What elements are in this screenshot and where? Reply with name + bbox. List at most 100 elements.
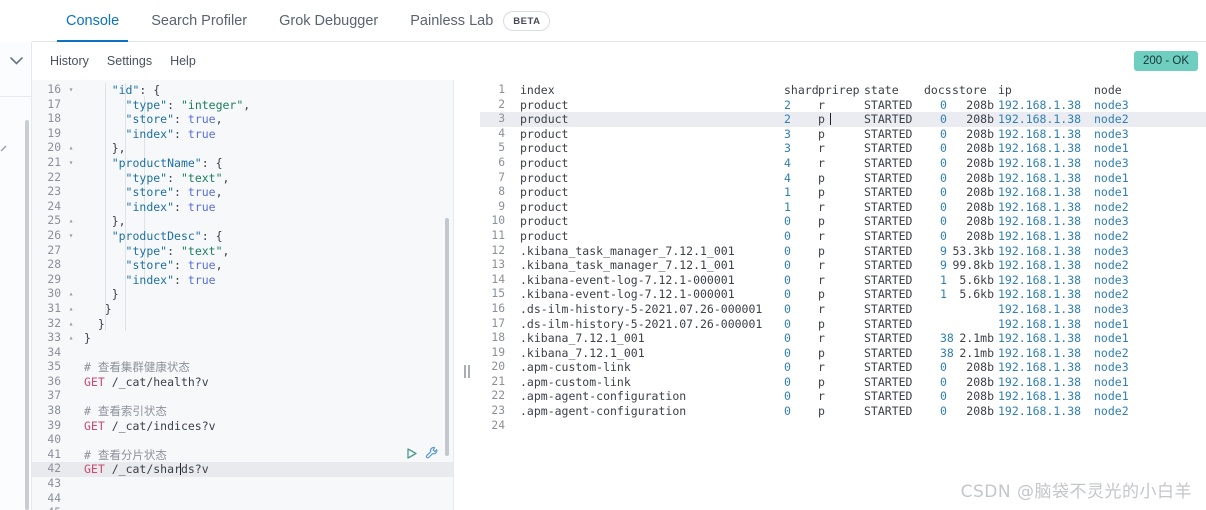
fold-toggle-icon[interactable]: ▾	[66, 156, 76, 171]
editor-line[interactable]: 42 GET /_cat/shards?v	[32, 462, 453, 478]
output-row[interactable]: 14 .kibana-event-log-7.12.1-000001 0 r START…	[480, 273, 1206, 288]
editor-line[interactable]: 41 # 查看分片状态	[32, 448, 453, 463]
editor-line[interactable]: 32 ▴ }	[32, 317, 453, 332]
editor-line[interactable]: 23 "store": true,	[32, 185, 453, 200]
output-cell-node: node1	[1094, 331, 1129, 346]
output-row[interactable]: 15 .kibana-event-log-7.12.1-000001 0 p START…	[480, 287, 1206, 302]
editor-scrollbar[interactable]	[445, 218, 449, 456]
fold-toggle-icon[interactable]: ▴	[66, 141, 76, 156]
editor-line[interactable]: 25 ▴ },	[32, 214, 453, 229]
editor-line-number: 29	[47, 272, 61, 286]
editor-line[interactable]: 21 ▾ "productName": {	[32, 156, 453, 171]
fold-toggle-icon[interactable]: ▴	[66, 302, 76, 317]
fold-toggle-icon[interactable]: ▴	[66, 317, 76, 332]
fold-toggle-icon[interactable]: ▾	[66, 229, 76, 244]
output-row[interactable]: 22 .apm-agent-configuration 0 r STARTED 0 208b…	[480, 389, 1206, 404]
output-row[interactable]: 19 .kibana_7.12.1_001 0 p STARTED 38 2.1mb 192.…	[480, 346, 1206, 361]
output-row[interactable]: 11 product 0 r STARTED 0 208b 192.168.1.38 node2	[480, 229, 1206, 244]
output-row[interactable]: 23 .apm-agent-configuration 0 p STARTED 0 208b…	[480, 404, 1206, 419]
output-row[interactable]: 21 .apm-custom-link 0 p STARTED 0 208b 192.168.…	[480, 375, 1206, 390]
output-row[interactable]: 5 product 3 r STARTED 0 208b 192.168.1.38 node1	[480, 141, 1206, 156]
editor-line-number: 40	[47, 433, 61, 447]
output-row[interactable]: 2 product 2 r STARTED 0 208b 192.168.1.38 node3	[480, 98, 1206, 113]
editor-line[interactable]: 45	[32, 506, 453, 510]
panel-splitter[interactable]	[454, 80, 494, 510]
submenu-item-help[interactable]: Help	[170, 54, 196, 68]
output-row[interactable]: 8 product 1 p STARTED 0 208b 192.168.1.38 node1	[480, 185, 1206, 200]
editor-line[interactable]: 30 ▴ }	[32, 287, 453, 302]
output-row[interactable]: 4 product 3 p STARTED 0 208b 192.168.1.38 node3	[480, 127, 1206, 142]
output-row[interactable]: 6 product 4 r STARTED 0 208b 192.168.1.38 node3	[480, 156, 1206, 171]
output-row[interactable]: 17 .ds-ilm-history-5-2021.07.26-000001 0 p S…	[480, 317, 1206, 332]
output-row[interactable]: 7 product 4 p STARTED 0 208b 192.168.1.38 node1	[480, 171, 1206, 186]
output-row[interactable]: 3 product 2 p STARTED 0 208b 192.168.1.38 node2	[480, 112, 1206, 127]
editor-line[interactable]: 26 ▾ "productDesc": {	[32, 229, 453, 244]
editor-line[interactable]: 31 ▴ }	[32, 302, 453, 317]
output-line-number: 10	[491, 214, 505, 228]
editor-line[interactable]: 37	[32, 389, 453, 404]
tab-painless-lab[interactable]: Painless Lab BETA	[394, 0, 566, 42]
output-cell-prirep: r	[818, 272, 825, 287]
editor-line[interactable]: 24 "index": true	[32, 200, 453, 215]
request-editor[interactable]: 16 ▾ "id": {17 "type": "integer", 18 "stor…	[32, 80, 454, 510]
output-row[interactable]: 13 .kibana_task_manager_7.12.1_001 0 r START…	[480, 258, 1206, 273]
output-cell-prirep: p	[818, 185, 825, 200]
editor-line-number: 26	[47, 228, 61, 242]
fold-toggle-icon[interactable]: ▴	[66, 287, 76, 302]
output-cell-docs: docs	[924, 83, 952, 97]
output-cells: .kibana_task_manager_7.12.1_001 0 r STARTED…	[520, 258, 1129, 273]
output-cell-node: node3	[1094, 126, 1129, 141]
chevron-down-icon[interactable]	[8, 55, 25, 67]
submenu-item-history[interactable]: History	[50, 54, 89, 68]
tab-grok-debugger[interactable]: Grok Debugger	[263, 0, 394, 42]
page-scrollbar[interactable]	[25, 120, 29, 510]
wrench-icon[interactable]	[425, 446, 439, 465]
editor-line[interactable]: 38 # 查看索引状态	[32, 404, 453, 419]
fold-toggle-icon[interactable]: ▾	[66, 83, 76, 98]
output-row[interactable]: 1 index shard prirep state docs store ip node	[480, 83, 1206, 98]
output-row[interactable]: 12 .kibana_task_manager_7.12.1_001 0 p START…	[480, 244, 1206, 259]
output-row[interactable]: 18 .kibana_7.12.1_001 0 r STARTED 38 2.1mb 192.…	[480, 331, 1206, 346]
submenu-item-settings[interactable]: Settings	[107, 54, 152, 68]
editor-line[interactable]: 35 # 查看集群健康状态	[32, 360, 453, 375]
output-cell-ip: 192.168.1.38	[998, 301, 1082, 316]
output-row[interactable]: 10 product 0 p STARTED 0 208b 192.168.1.38 node3	[480, 214, 1206, 229]
editor-line[interactable]: 20 ▴ },	[32, 141, 453, 156]
editor-line[interactable]: 44	[32, 492, 453, 507]
editor-line[interactable]: 17 "type": "integer",	[32, 98, 453, 113]
output-row[interactable]: 20 .apm-custom-link 0 r STARTED 0 208b 192.168.…	[480, 360, 1206, 375]
editor-lines: 16 ▾ "id": {17 "type": "integer", 18 "stor…	[32, 80, 453, 510]
output-row[interactable]: 9 product 1 r STARTED 0 208b 192.168.1.38 node2	[480, 200, 1206, 215]
editor-line[interactable]: 29 "index": true	[32, 273, 453, 288]
output-cell-node: node1	[1094, 374, 1129, 389]
play-request-icon[interactable]	[405, 447, 418, 465]
tab-search-profiler[interactable]: Search Profiler	[135, 0, 263, 42]
editor-line[interactable]: 16 ▾ "id": {	[32, 83, 453, 98]
output-cell-store: 99.8kb	[952, 258, 994, 273]
output-row[interactable]: 16 .ds-ilm-history-5-2021.07.26-000001 0 r S…	[480, 302, 1206, 317]
tab-search-profiler-label: Search Profiler	[151, 13, 248, 29]
editor-line[interactable]: 40	[32, 433, 453, 448]
editor-line[interactable]: 18 "store": true,	[32, 112, 453, 127]
output-cell-index: .ds-ilm-history-5-2021.07.26-000001	[520, 316, 763, 331]
response-output[interactable]: 1 index shard prirep state docs store ip node 2 pr…	[480, 80, 1206, 510]
output-cell-ip: 192.168.1.38	[998, 141, 1082, 156]
editor-line[interactable]: 28 "store": true,	[32, 258, 453, 273]
output-cell-shard: 0	[784, 287, 791, 302]
splitter-grip-icon[interactable]	[464, 365, 470, 378]
editor-line[interactable]: 27 "type": "text",	[32, 244, 453, 259]
editor-line[interactable]: 34	[32, 346, 453, 361]
editor-line[interactable]: 22 "type": "text",	[32, 171, 453, 186]
editor-line[interactable]: 19 "index": true	[32, 127, 453, 142]
editor-line[interactable]: 33 ▴}	[32, 331, 453, 346]
editor-line[interactable]: 39 GET /_cat/indices?v	[32, 419, 453, 434]
tab-console[interactable]: Console	[50, 0, 135, 42]
fold-toggle-icon[interactable]: ▴	[66, 331, 76, 346]
output-cell-shard: 4	[784, 155, 791, 170]
output-cell-ip: 192.168.1.38	[998, 185, 1082, 200]
editor-line[interactable]: 43	[32, 477, 453, 492]
output-cells: .apm-agent-configuration 0 r STARTED 0 208b 19…	[520, 389, 1129, 404]
fold-toggle-icon[interactable]: ▴	[66, 214, 76, 229]
output-row[interactable]: 24	[480, 419, 1206, 434]
editor-line[interactable]: 36 GET /_cat/health?v	[32, 375, 453, 390]
